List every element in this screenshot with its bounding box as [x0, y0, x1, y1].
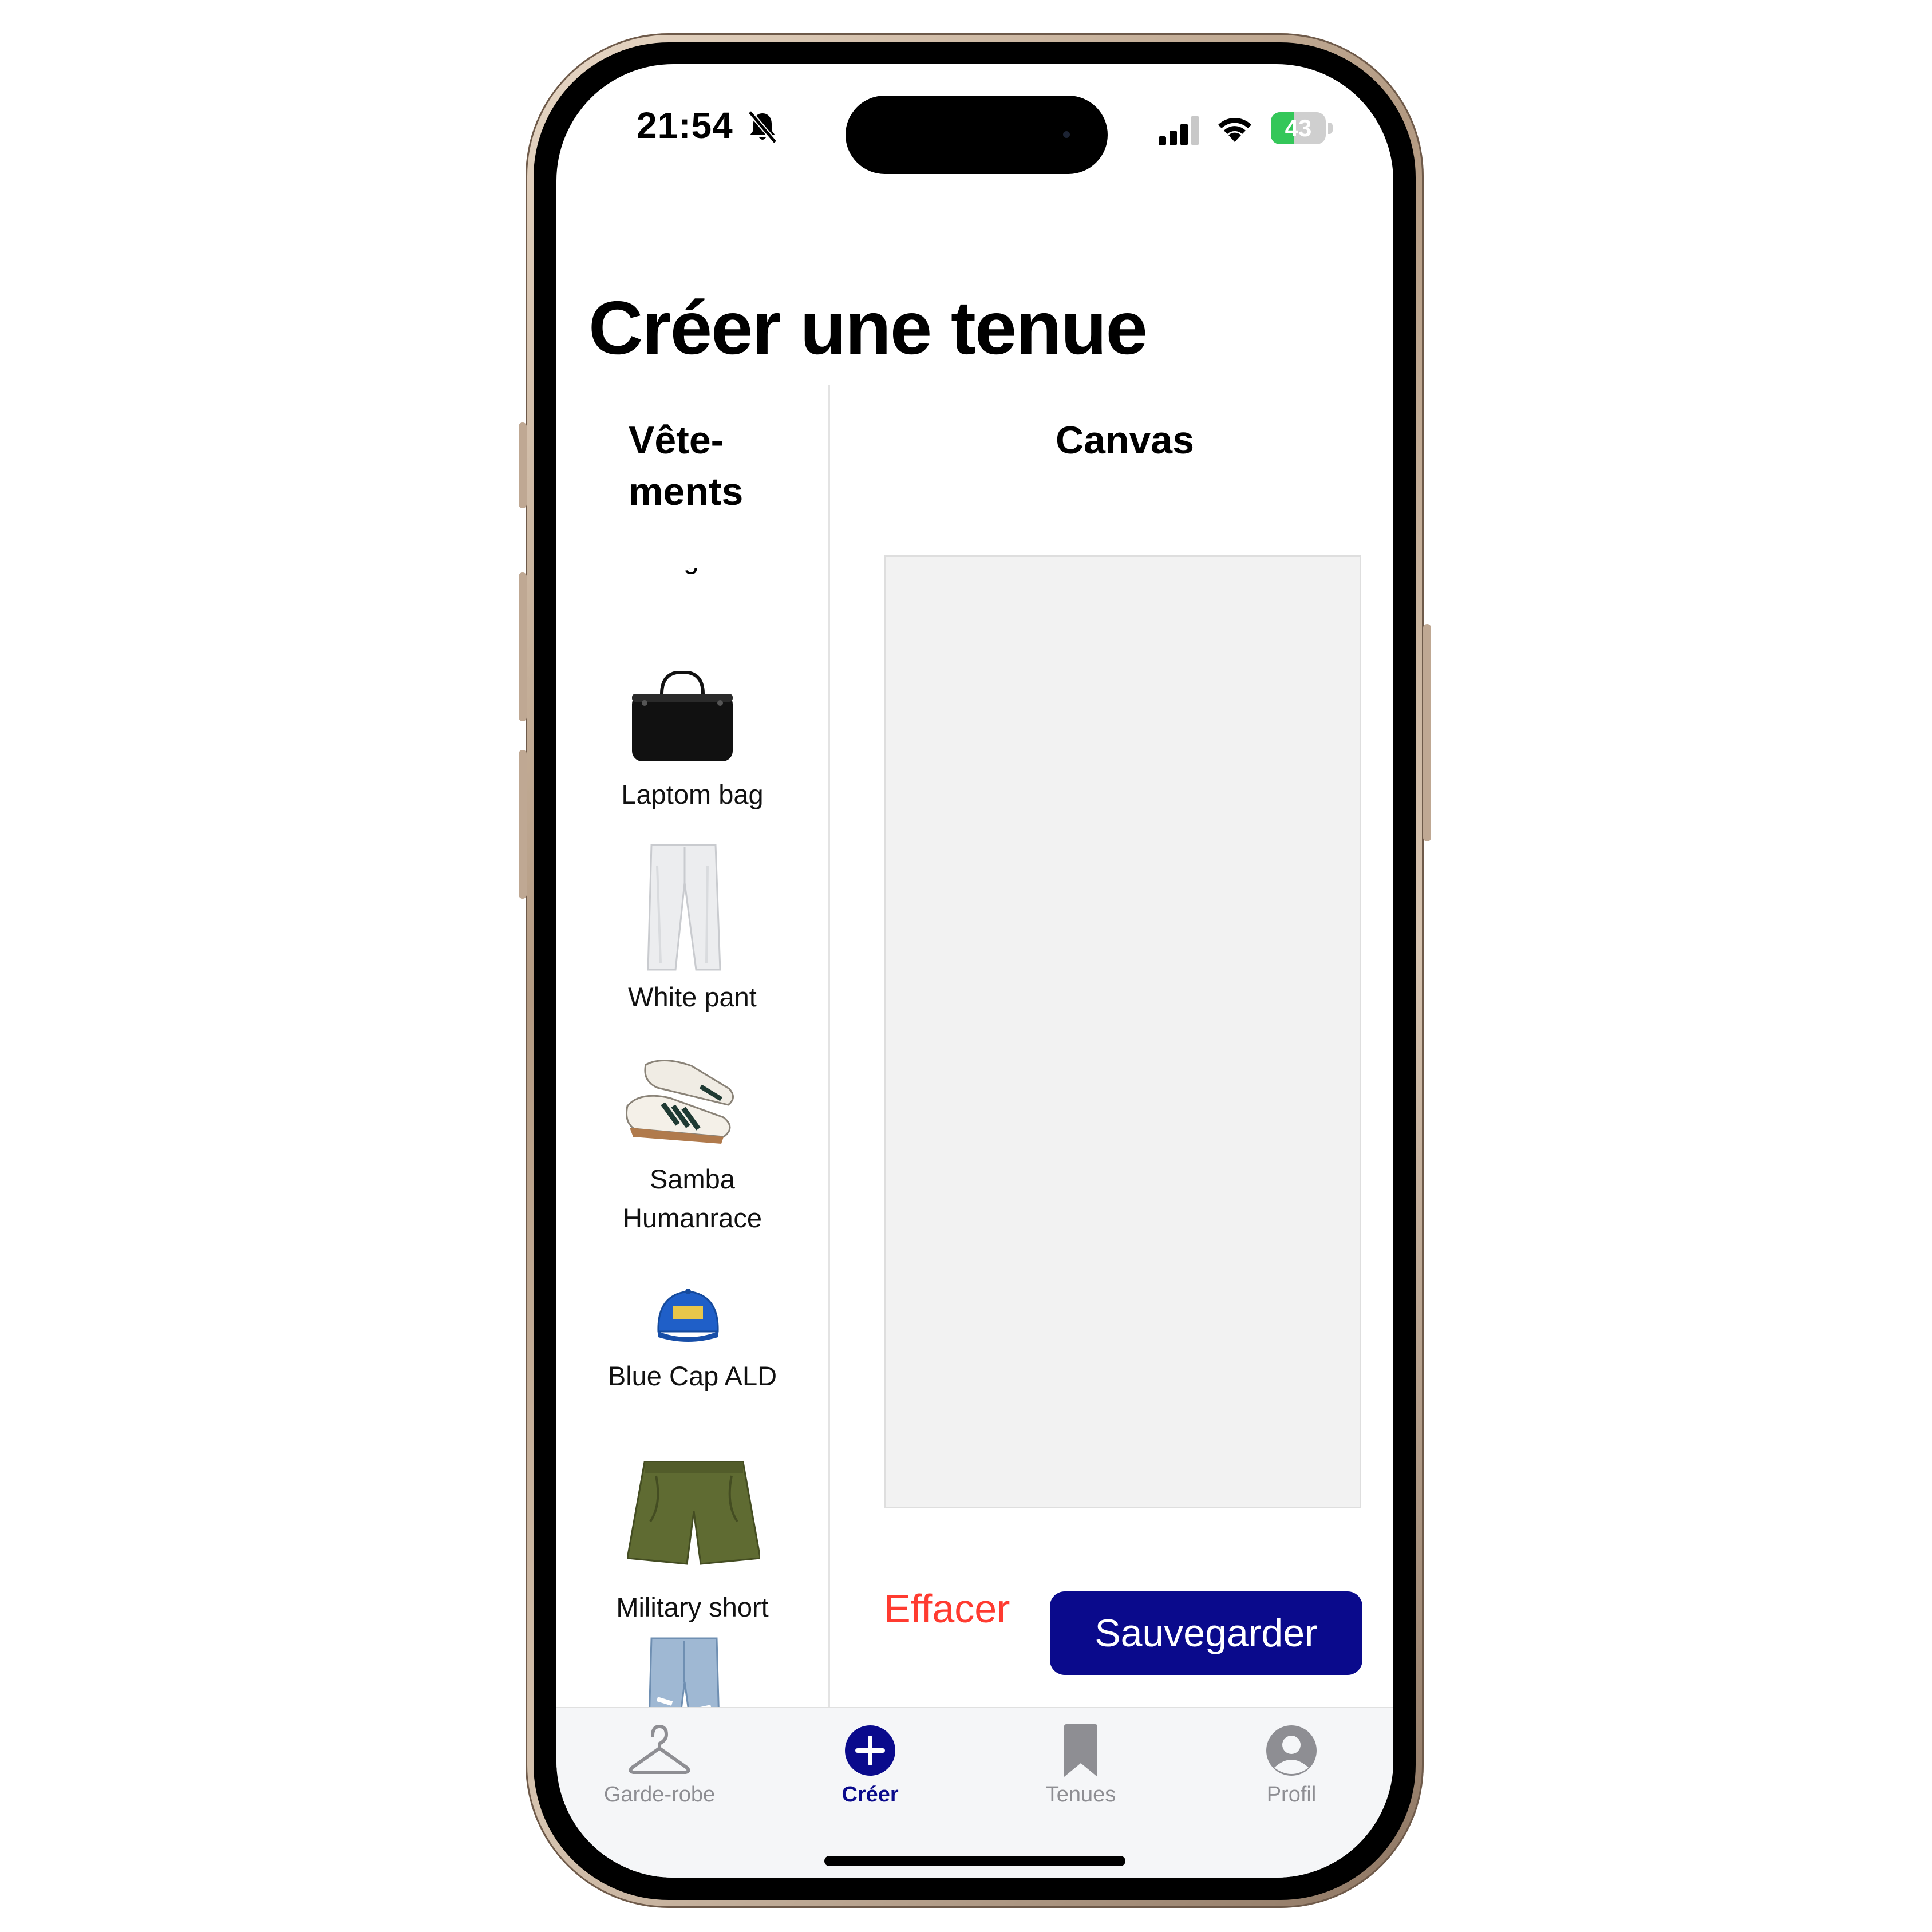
list-item[interactable]: Military short — [556, 1459, 828, 1630]
column-divider — [828, 385, 830, 1707]
tab-bar: Garde-robe Créer Tenues Profil — [556, 1707, 1393, 1878]
tab-label: Garde-robe — [603, 1783, 716, 1807]
outfit-canvas[interactable] — [884, 555, 1361, 1508]
battery-nub — [1328, 123, 1333, 134]
cellular-signal-icon — [1159, 116, 1199, 145]
dynamic-island — [846, 96, 1108, 174]
sidebar-heading-line1: Vête- — [629, 418, 724, 462]
list-item-label: White pant — [628, 982, 757, 1012]
list-item-label: Military short — [616, 1592, 769, 1622]
person-circle-icon — [1266, 1725, 1317, 1776]
bell-slash-icon — [748, 110, 777, 144]
list-item-label-line2: Humanrace — [623, 1203, 762, 1233]
military-short-image — [627, 1461, 760, 1565]
save-button[interactable]: Sauvegarder — [1050, 1591, 1362, 1675]
tab-tenues[interactable]: Tenues — [995, 1708, 1167, 1823]
battery-level: 43 — [1285, 114, 1312, 141]
tab-profil[interactable]: Profil — [1206, 1708, 1377, 1823]
list-item[interactable]: Laptom bag — [556, 671, 828, 831]
tab-creer[interactable]: Créer — [784, 1708, 956, 1823]
screen: 21:54 43 Créer une tenue Vête- ments Can… — [556, 64, 1393, 1878]
sidebar-heading: Vête- ments — [629, 414, 743, 517]
clear-button[interactable]: Effacer — [884, 1586, 1010, 1631]
list-item-label: Blue Cap ALD — [607, 1361, 777, 1391]
tab-label: Tenues — [1045, 1783, 1116, 1807]
bookmark-icon — [1064, 1724, 1097, 1777]
sidebar-heading-line2: ments — [629, 470, 744, 513]
list-item-label: Laptom bag — [621, 779, 764, 809]
page-title: Créer une tenue — [588, 286, 1148, 370]
action-button — [519, 422, 527, 508]
white-pant-image — [647, 844, 721, 971]
partially-hidden-label: g — [683, 568, 699, 575]
plus-circle-icon — [845, 1725, 895, 1776]
tab-label: Créer — [841, 1783, 899, 1807]
wifi-icon — [1218, 117, 1251, 142]
power-button — [1423, 624, 1431, 841]
front-camera — [1063, 131, 1070, 138]
tab-label: Profil — [1266, 1783, 1317, 1807]
home-indicator[interactable] — [824, 1856, 1125, 1866]
volume-up-button — [519, 572, 527, 721]
status-time: 21:54 — [637, 105, 733, 146]
list-item[interactable] — [556, 1636, 828, 1707]
list-item[interactable]: White pant — [556, 843, 828, 1026]
laptop-bag-image — [632, 671, 733, 761]
hanger-icon — [629, 1725, 690, 1774]
clothing-list[interactable]: g Laptom bag White pant — [556, 568, 828, 1707]
blue-cap-image — [657, 1289, 719, 1342]
jeans-image — [649, 1637, 720, 1707]
list-item[interactable]: Samba Humanrace — [556, 1053, 828, 1248]
volume-down-button — [519, 750, 527, 899]
battery-charging-icon: 43 — [1271, 112, 1326, 144]
tab-garde-robe[interactable]: Garde-robe — [574, 1708, 745, 1823]
sneakers-image — [626, 1060, 734, 1144]
list-item[interactable]: Blue Cap ALD — [556, 1283, 828, 1444]
canvas-heading: Canvas — [1056, 418, 1194, 462]
list-item-label-line1: Samba — [650, 1164, 735, 1194]
